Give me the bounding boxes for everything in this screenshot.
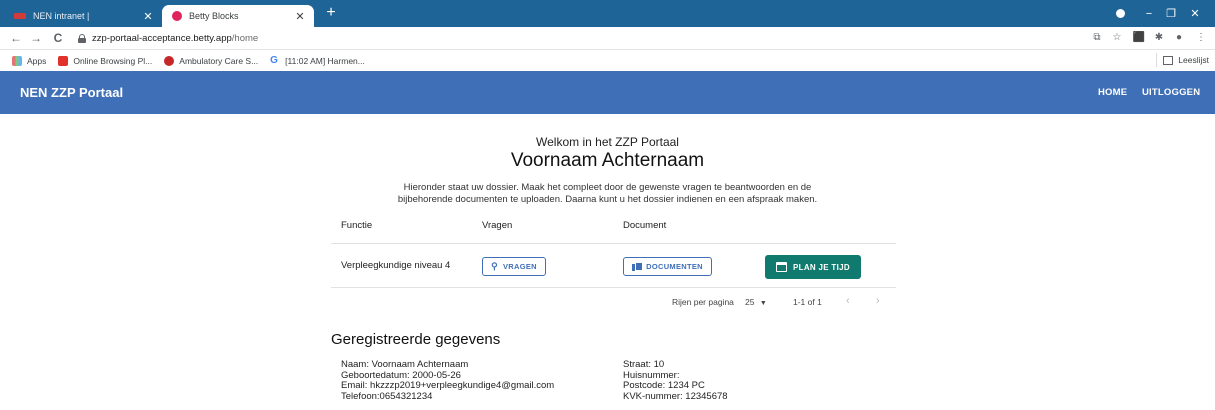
plan-je-tijd-label: PLAN JE TIJD	[793, 262, 850, 272]
column-header-vragen: Vragen	[482, 220, 513, 231]
column-header-document: Document	[623, 220, 667, 231]
minimize-button[interactable]: −	[1140, 0, 1158, 27]
address-bar-row: ← → C zzp-portaal-acceptance.betty.app/h…	[0, 27, 1215, 50]
tab-title: Betty Blocks	[189, 11, 239, 21]
search-icon: ⚲	[491, 261, 498, 271]
browser-menu-icon[interactable]: ⋮	[1194, 31, 1208, 45]
bookmark-ambulatory-care[interactable]: Ambulatory Care S...	[164, 55, 259, 66]
url-field[interactable]: zzp-portaal-acceptance.betty.app/home	[78, 30, 258, 47]
firefox-icon	[58, 55, 69, 66]
bookmark-label: Apps	[27, 55, 47, 66]
vragen-button[interactable]: ⚲ VRAGEN	[482, 257, 546, 276]
documenten-button-label: DOCUMENTEN	[646, 262, 703, 271]
browser-tab-nen-intranet[interactable]: NEN intranet | ✕	[4, 5, 162, 27]
documenten-button[interactable]: DOCUMENTEN	[623, 257, 712, 276]
new-tab-button[interactable]: +	[322, 4, 340, 22]
reading-list-label: Leeslijst	[1178, 55, 1209, 65]
bookmark-online-browsing[interactable]: Online Browsing Pl...	[58, 55, 153, 66]
vragen-button-label: VRAGEN	[503, 262, 537, 271]
registered-left-column: Naam: Voornaam Achternaam Geboortedatum:…	[341, 359, 555, 402]
tab-title: NEN intranet |	[33, 11, 90, 21]
pagination-range: 1-1 of 1	[793, 297, 822, 307]
intro-text: Hieronder staat uw dossier. Maak het com…	[0, 182, 1215, 205]
info-name: Naam: Voornaam Achternaam	[341, 359, 469, 370]
bookmark-star-icon[interactable]: ☆	[1110, 31, 1124, 45]
google-icon: G	[270, 54, 278, 66]
functie-cell: Verpleegkundige niveau 4	[341, 260, 451, 271]
apps-icon	[12, 55, 22, 66]
info-postcode: Postcode: 1234 PC	[623, 380, 705, 391]
nen-favicon-icon	[14, 13, 26, 19]
user-name-heading: Voornaam Achternaam	[510, 150, 705, 171]
chevron-down-icon: ▼	[759, 300, 767, 307]
previous-page-icon[interactable]: ‹	[846, 295, 850, 307]
app-title: NEN ZZP Portaal	[20, 85, 124, 100]
tab-close-icon[interactable]: ✕	[292, 10, 308, 23]
tab-close-icon[interactable]: ✕	[140, 10, 156, 23]
bookmark-label: Online Browsing Pl...	[73, 55, 153, 66]
forward-button[interactable]: →	[28, 30, 44, 46]
bookmark-label: [11:02 AM] Harmen...	[285, 55, 365, 66]
url-host: zzp-portaal-acceptance.betty.app	[92, 33, 232, 44]
lock-icon	[78, 34, 86, 43]
back-button[interactable]: ←	[8, 30, 24, 46]
betty-favicon-icon	[172, 11, 182, 21]
plan-je-tijd-button[interactable]: PLAN JE TIJD	[765, 255, 861, 279]
install-app-icon[interactable]: ⧉	[1090, 31, 1104, 45]
calendar-icon	[776, 262, 788, 272]
info-street: Straat: 10	[623, 359, 665, 370]
reload-button[interactable]: C	[50, 30, 66, 46]
home-link[interactable]: HOME	[1098, 87, 1127, 98]
rows-per-page-select[interactable]: 25 ▼	[745, 297, 767, 307]
extensions-puzzle-icon[interactable]: ✱	[1152, 31, 1166, 45]
pdf-extension-icon[interactable]: ⬛	[1132, 31, 1146, 45]
ambulatory-icon	[164, 55, 175, 66]
maximize-button[interactable]: ❐	[1162, 0, 1180, 27]
profile-avatar-icon[interactable]: ●	[1172, 31, 1186, 45]
info-phone: Telefoon:0654321234	[341, 390, 433, 402]
close-window-button[interactable]: ✕	[1186, 0, 1204, 27]
column-header-functie: Functie	[341, 220, 373, 231]
welcome-greeting: Welkom in het ZZP Portaal	[536, 135, 679, 149]
bookmark-apps[interactable]: Apps	[12, 55, 47, 66]
reading-list-icon	[1163, 55, 1174, 65]
table-divider	[331, 243, 896, 244]
bookmarks-bar: Apps Online Browsing Pl... Ambulatory Ca…	[0, 50, 1215, 71]
table-divider	[331, 287, 896, 288]
info-email: Email: hkzzzp2019+verpleegkundige4@gmail…	[341, 380, 555, 391]
intro-line: bijbehorende documenten te uploaden. Daa…	[397, 193, 818, 205]
registered-data-title: Geregistreerde gegevens	[331, 331, 501, 348]
profile-icon[interactable]	[1112, 0, 1128, 27]
app-header: NEN ZZP Portaal HOME UITLOGGEN	[0, 71, 1215, 114]
info-kvk: KVK-nummer: 12345678	[623, 390, 728, 402]
rows-per-page-value: 25	[745, 297, 755, 307]
browser-tab-betty-blocks[interactable]: Betty Blocks ✕	[162, 5, 314, 27]
bookmark-label: Ambulatory Care S...	[179, 55, 259, 66]
registered-right-column: Straat: 10 Huisnummer: Postcode: 1234 PC…	[623, 359, 728, 402]
browser-tab-strip: NEN intranet | ✕ Betty Blocks ✕ + − ❐ ✕	[0, 0, 1215, 27]
intro-line: Hieronder staat uw dossier. Maak het com…	[403, 182, 812, 193]
rows-per-page-label: Rijen per pagina	[672, 297, 734, 307]
documents-icon	[632, 262, 644, 271]
bookmark-harmen[interactable]: G [11:02 AM] Harmen...	[270, 54, 365, 66]
logout-link[interactable]: UITLOGGEN	[1142, 87, 1200, 98]
url-path: /home	[231, 33, 259, 44]
reading-list-button[interactable]: Leeslijst	[1156, 53, 1209, 67]
next-page-icon[interactable]: ›	[876, 295, 880, 307]
